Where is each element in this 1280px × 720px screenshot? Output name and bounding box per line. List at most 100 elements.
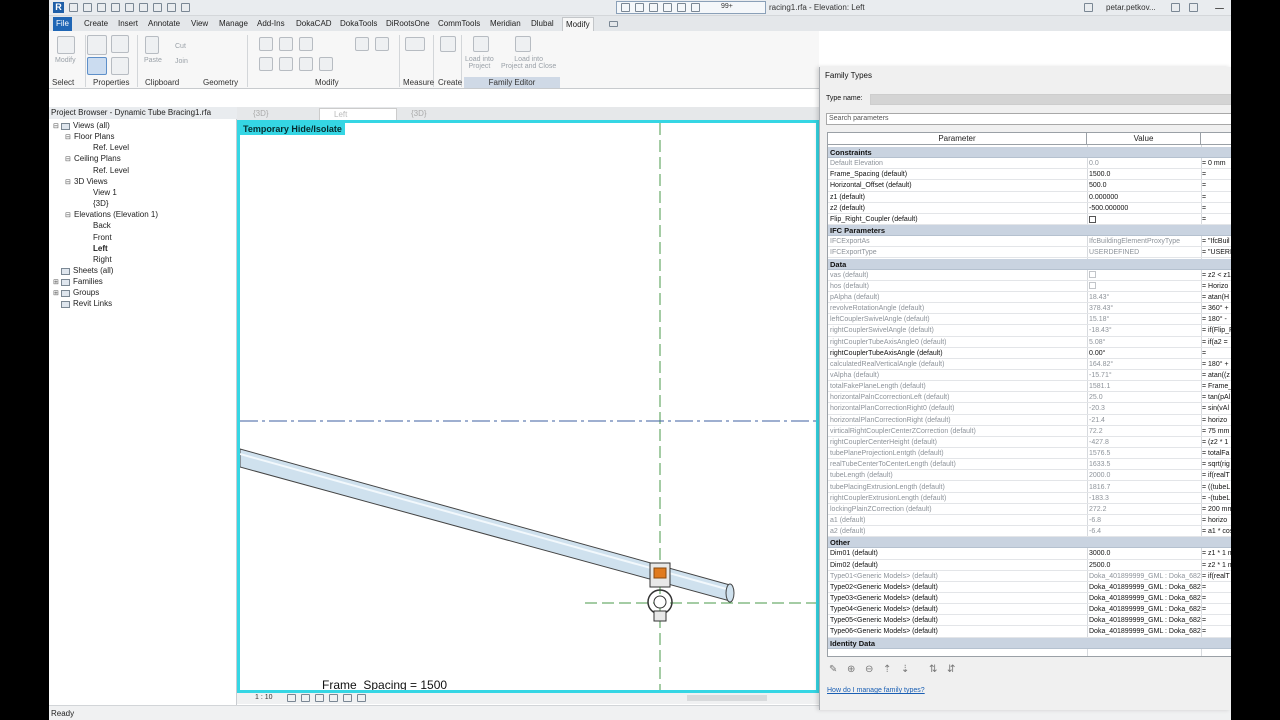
parameter-row[interactable]: z2 (default) -500.000000 = [828, 203, 1231, 214]
tree-toggle-icon[interactable]: ⊞ [53, 278, 59, 286]
parameter-value[interactable]: Doka_401899999_GML : Doka_6820 [1089, 582, 1201, 593]
family-category-icon[interactable] [111, 57, 129, 75]
parameter-formula[interactable]: = totalFa [1202, 448, 1231, 459]
parameter-row[interactable]: totalFakePlaneLength (default) 1581.1 = Fr… [828, 381, 1231, 393]
tree-toggle-icon[interactable]: ⊞ [53, 289, 59, 297]
parameter-value[interactable]: 500.0 [1089, 180, 1201, 191]
parameter-formula[interactable]: = "USERD [1202, 247, 1231, 258]
parameter-row[interactable]: Frame_Spacing (default) 1500.0 = [828, 169, 1231, 181]
tree-item[interactable]: Ref. Level [93, 143, 129, 152]
properties-icon[interactable] [87, 35, 107, 55]
parameter-row[interactable]: rightCouplerTubeAxisAngle0 (default) 5.08… [828, 337, 1231, 348]
tree-item[interactable]: Ceiling Plans [74, 154, 121, 163]
parameter-formula[interactable]: = "IfcBuil [1202, 236, 1231, 247]
parameter-row[interactable]: Flip_Right_Coupler (default) = [828, 214, 1231, 226]
tab-add-ins[interactable]: Add-Ins [254, 17, 288, 31]
tree-item[interactable]: Front [93, 233, 112, 242]
tree-toggle-icon[interactable]: ⊟ [65, 155, 71, 163]
parameter-value[interactable]: 1500.0 [1089, 169, 1201, 180]
cart-icon[interactable] [1171, 3, 1180, 12]
move-icon[interactable] [259, 57, 273, 71]
parameter-formula[interactable]: = (z2 * 1 [1202, 437, 1231, 448]
parameter-row[interactable]: hos (default) = Horizo [828, 281, 1231, 292]
parameter-value[interactable]: Doka_401899999_GML : Doka_6820 [1089, 615, 1201, 626]
parameter-row[interactable]: Default Elevation 0.0 = 0 mm [828, 158, 1231, 170]
help-link[interactable]: How do I manage family types? [827, 687, 925, 694]
sun-path-icon[interactable] [315, 694, 324, 702]
offset-icon[interactable] [279, 37, 293, 51]
join-label[interactable]: Join [175, 58, 188, 65]
parameter-row[interactable]: horizontalPalnCcorrectionLeft (default) 2… [828, 392, 1231, 404]
parameter-row[interactable]: Type04<Generic Models> (default) Doka_401… [828, 604, 1231, 616]
parameter-row[interactable]: rightCouplerCenterHeight (default) -427.8… [828, 437, 1231, 449]
load-into-project-label[interactable]: Load into Project [465, 56, 494, 70]
parameter-formula[interactable]: = z2 * 1 m [1202, 560, 1231, 571]
tab-manage[interactable]: Manage [216, 17, 251, 31]
horizontal-scrollbar[interactable] [687, 695, 767, 701]
family-types-icon[interactable] [111, 35, 129, 53]
text-icon[interactable] [167, 3, 176, 12]
parameter-row[interactable]: revolveRotationAngle (default) 378.43° = 3… [828, 303, 1231, 315]
type-name-field[interactable] [870, 94, 1232, 105]
array-icon[interactable] [375, 37, 389, 51]
tab-create[interactable]: Create [81, 17, 111, 31]
tab-dirootsone[interactable]: DiRootsOne [383, 17, 433, 31]
tree-toggle-icon[interactable]: ⊟ [65, 211, 71, 219]
tab-annotate[interactable]: Annotate [145, 17, 183, 31]
load-into-project-close-label[interactable]: Load into Project and Close [501, 56, 556, 70]
move-up-icon[interactable]: ⇡ [883, 664, 891, 675]
measure-icon-ribbon[interactable] [405, 37, 425, 51]
parameter-row[interactable]: horizontalPlanCorrectionRight (default) -… [828, 415, 1231, 426]
parameter-formula[interactable]: = [1202, 604, 1231, 615]
parameter-row[interactable]: tubePlacingExtrusionLength (default) 1816… [828, 482, 1231, 493]
rotate-icon[interactable] [299, 57, 313, 71]
tree-item[interactable]: Floor Plans [74, 132, 114, 141]
tab-view[interactable]: View [188, 17, 211, 31]
save-icon[interactable] [83, 3, 92, 12]
tree-item[interactable]: View 1 [93, 188, 117, 197]
parameter-formula[interactable]: = [1202, 203, 1231, 214]
parameter-row[interactable]: rightCouplerTubeAxisAngle (default) 0.00°… [828, 348, 1231, 359]
tree-item[interactable]: Left [93, 244, 108, 253]
sort-ascending-icon[interactable]: ⇅ [929, 664, 937, 675]
parameter-formula[interactable]: = [1202, 180, 1231, 191]
column-parameter[interactable]: Parameter [828, 133, 1087, 145]
open-icon[interactable] [69, 3, 78, 12]
parameter-row[interactable]: Horizontal_Offset (default) 500.0 = [828, 180, 1231, 192]
mirror-icon[interactable] [299, 37, 313, 51]
parameter-formula[interactable]: = ((tubeL [1202, 482, 1231, 493]
align-icon[interactable] [259, 37, 273, 51]
parameter-formula[interactable]: = sin(vAl [1202, 403, 1231, 414]
help-icon[interactable] [1189, 3, 1198, 12]
parameter-formula[interactable]: = [1202, 582, 1231, 593]
measure-icon[interactable] [153, 3, 162, 12]
parameter-row[interactable]: leftCouplerSwivelAngle (default) 15.18° = … [828, 314, 1231, 326]
detail-level-icon[interactable] [287, 694, 296, 702]
parameter-formula[interactable]: = atan((z [1202, 370, 1231, 381]
view-scale[interactable]: 1 : 10 [255, 694, 273, 701]
parameter-formula[interactable]: = -(tubeL [1202, 493, 1231, 504]
parameter-row[interactable]: rightCouplerExtrusionLength (default) -18… [828, 493, 1231, 504]
parameter-formula[interactable]: = z2 < z1 [1202, 270, 1231, 281]
sort-descending-icon[interactable]: ⇵ [947, 664, 955, 675]
parameter-row[interactable]: vAlpha (default) -15.71° = atan((z [828, 370, 1231, 382]
parameter-row[interactable]: realTubeCenterToCenterLength (default) 16… [828, 459, 1231, 471]
parameter-row[interactable]: IFCExportAs IfcBuildingElementProxyType = … [828, 236, 1231, 248]
tab-insert[interactable]: Insert [115, 17, 141, 31]
parameter-value[interactable]: 3000.0 [1089, 548, 1201, 559]
parameter-row[interactable]: lockingPlainZCorrection (default) 272.2 = … [828, 504, 1231, 515]
visual-style-icon[interactable] [301, 694, 310, 702]
ribbon-options-icon[interactable] [609, 21, 618, 27]
tab-file[interactable]: File [53, 17, 72, 31]
parameter-formula[interactable]: = [1202, 169, 1231, 180]
search-icon[interactable] [1084, 3, 1093, 12]
warning-icon[interactable] [691, 3, 700, 12]
delete-parameter-icon[interactable]: ⊖ [865, 664, 873, 675]
parameter-row[interactable]: calculatedRealVerticalAngle (default) 164… [828, 359, 1231, 370]
tree-item[interactable]: Ref. Level [93, 166, 129, 175]
search-parameters-input[interactable]: Search parameters [826, 113, 1232, 125]
parameter-formula[interactable]: = 180° + [1202, 359, 1231, 370]
parameter-formula[interactable]: = 200 mm [1202, 504, 1231, 515]
tree-item[interactable]: Families [73, 277, 103, 286]
tab-meridian[interactable]: Meridian [487, 17, 524, 31]
